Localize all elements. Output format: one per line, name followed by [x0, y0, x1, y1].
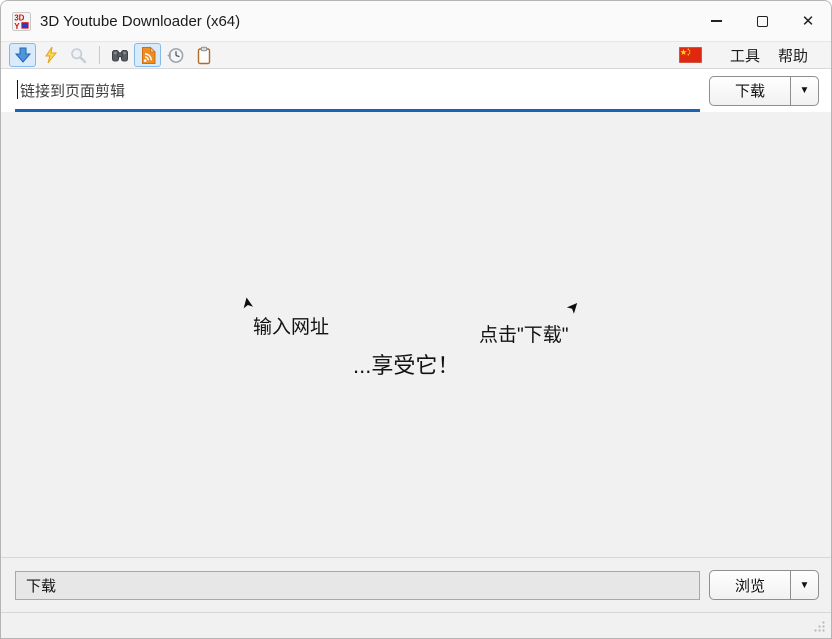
browse-button-label[interactable]: 浏览 — [710, 571, 790, 599]
toolbar-right: 工具 帮助 — [679, 43, 817, 68]
menu-help[interactable]: 帮助 — [769, 43, 817, 68]
text-caret — [17, 80, 18, 99]
lightning-icon — [43, 46, 59, 64]
download-split-button[interactable]: 下载 ▼ — [709, 76, 819, 106]
hint-enjoy: ...享受它！ — [353, 348, 459, 380]
close-button[interactable]: ✕ — [785, 1, 831, 41]
url-input-wrap — [15, 69, 700, 112]
clipboard-icon — [194, 46, 213, 65]
maximize-button[interactable] — [739, 1, 785, 41]
minimize-icon — [711, 20, 722, 21]
cursor-arrow-right-icon: ➤ — [562, 296, 584, 317]
menu-tools[interactable]: 工具 — [721, 43, 769, 68]
language-button[interactable] — [679, 46, 703, 64]
toolbar: 工具 帮助 — [1, 41, 831, 69]
toolbar-separator — [99, 46, 100, 64]
main-area: ➤ 输入网址 ➤ 点击"下载" ...享受它！ — [1, 112, 831, 557]
svg-text:Y: Y — [14, 21, 20, 30]
clock-icon — [166, 46, 185, 65]
browse-dropdown-arrow-icon[interactable]: ▼ — [791, 571, 818, 599]
window-title: 3D Youtube Downloader (x64) — [40, 13, 240, 30]
clipboard-button[interactable] — [190, 43, 217, 67]
title-bar: 3D Y 3D Youtube Downloader (x64) ✕ — [1, 1, 831, 41]
find-button[interactable] — [106, 43, 133, 67]
url-entry-row: 下载 ▼ — [1, 69, 831, 112]
save-path-row: 浏览 ▼ — [1, 558, 831, 612]
download-button-label[interactable]: 下载 — [710, 77, 790, 105]
quick-convert-button[interactable] — [37, 43, 64, 67]
download-arrow-icon — [14, 46, 32, 64]
close-icon: ✕ — [802, 14, 815, 29]
search-button[interactable] — [65, 43, 92, 67]
history-button[interactable] — [162, 43, 189, 67]
app-logo-icon: 3D Y — [12, 12, 31, 31]
hint-click-download: 点击"下载" — [479, 320, 569, 347]
status-bar — [1, 613, 831, 638]
url-input[interactable] — [15, 69, 700, 109]
download-dropdown-arrow-icon[interactable]: ▼ — [791, 77, 818, 105]
resize-grip[interactable] — [813, 620, 826, 633]
save-path-field[interactable] — [15, 571, 700, 600]
hint-enter-url: 输入网址 — [253, 312, 329, 339]
rss-feed-icon — [139, 46, 157, 65]
window-controls: ✕ — [693, 1, 831, 41]
download-mode-button[interactable] — [9, 43, 36, 67]
rss-feed-button[interactable] — [134, 43, 161, 67]
maximize-icon — [757, 16, 768, 27]
china-flag-icon — [679, 47, 702, 63]
cursor-arrow-left-icon: ➤ — [237, 295, 257, 311]
app-window: 3D Y 3D Youtube Downloader (x64) ✕ — [0, 0, 832, 639]
browse-split-button[interactable]: 浏览 ▼ — [709, 570, 819, 600]
binoculars-icon — [111, 46, 129, 64]
magnifier-icon — [70, 47, 87, 64]
minimize-button[interactable] — [693, 1, 739, 41]
